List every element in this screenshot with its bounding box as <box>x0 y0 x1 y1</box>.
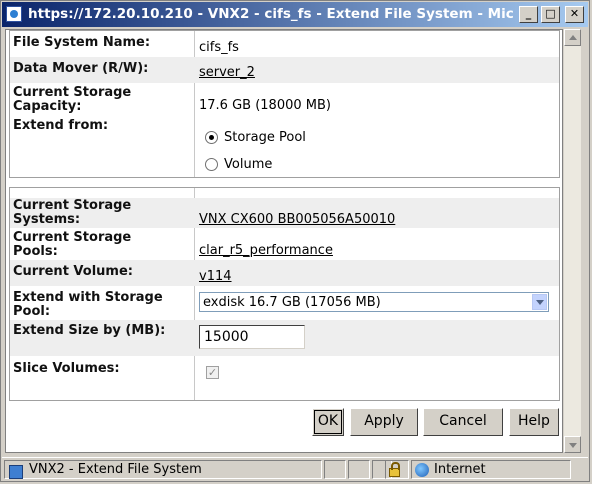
slice-volumes-label: Slice Volumes: <box>13 361 120 376</box>
extend-size-row: Extend Size by (MB): 15000 <box>10 320 559 356</box>
slice-volumes-checkbox[interactable]: ✓ <box>206 366 219 379</box>
storage-pools-link[interactable]: clar_r5_performance <box>199 243 333 258</box>
radio-selected-icon[interactable] <box>205 131 218 144</box>
apply-button[interactable]: Apply <box>350 408 418 436</box>
fs-name-value: cifs_fs <box>199 40 239 55</box>
storage-pool-select-value: exdisk 16.7 GB (17056 MB) <box>203 295 381 310</box>
status-cell <box>348 460 370 479</box>
extend-size-label: Extend Size by (MB): <box>13 323 166 338</box>
cancel-button[interactable]: Cancel <box>423 408 503 436</box>
dialog-content: File System Name: cifs_fs Data Mover (R/… <box>5 29 563 453</box>
storage-pools-label-line2: Pools: <box>13 244 58 259</box>
lock-icon <box>389 462 400 477</box>
radio-storage-pool[interactable]: Storage Pool <box>205 130 306 145</box>
page-icon <box>9 465 23 479</box>
data-mover-label: Data Mover (R/W): <box>13 61 149 76</box>
radio-unselected-icon[interactable] <box>205 158 218 171</box>
capacity-value: 17.6 GB (18000 MB) <box>199 98 331 113</box>
status-text-cell: VNX2 - Extend File System <box>4 460 322 479</box>
storage-systems-link[interactable]: VNX CX600 BB005056A50010 <box>199 212 395 227</box>
ok-button[interactable]: OK <box>312 408 344 436</box>
close-button[interactable]: ✕ <box>565 6 584 23</box>
title-bar[interactable]: https://172.20.10.210 - VNX2 - cifs_fs -… <box>2 2 588 27</box>
globe-icon <box>415 463 429 477</box>
status-text: VNX2 - Extend File System <box>29 462 202 477</box>
storage-pool-select[interactable]: exdisk 16.7 GB (17056 MB) <box>199 292 549 312</box>
capacity-label-line1: Current Storage <box>13 85 132 100</box>
radio-storage-pool-label: Storage Pool <box>224 130 306 145</box>
current-volume-row: Current Volume: v114 <box>10 260 559 286</box>
data-mover-row: Data Mover (R/W): server_2 <box>10 57 559 83</box>
capacity-row: Current Storage Capacity: 17.6 GB (18000… <box>10 83 559 115</box>
status-cell <box>324 460 346 479</box>
extend-pool-label-line2: Pool: <box>13 304 51 319</box>
data-mover-link[interactable]: server_2 <box>199 65 255 80</box>
fs-name-row: File System Name: cifs_fs <box>10 31 559 57</box>
slice-volumes-row: Slice Volumes: ✓ <box>10 356 559 386</box>
radio-volume[interactable]: Volume <box>205 157 272 172</box>
vertical-scrollbar[interactable] <box>564 29 581 453</box>
extend-pool-row: Extend with Storage Pool: exdisk 16.7 GB… <box>10 286 559 320</box>
storage-systems-row: Current Storage Systems: VNX CX600 BB005… <box>10 198 559 228</box>
zone-cell: Internet <box>411 460 571 479</box>
zone-label: Internet <box>434 462 486 477</box>
scroll-down-icon[interactable] <box>564 436 581 453</box>
chevron-down-icon[interactable] <box>532 294 547 310</box>
secure-lock-cell <box>385 460 409 479</box>
dialog-window: https://172.20.10.210 - VNX2 - cifs_fs -… <box>0 0 590 482</box>
window-title: https://172.20.10.210 - VNX2 - cifs_fs -… <box>28 6 514 22</box>
extend-from-label: Extend from: <box>13 118 109 133</box>
fs-name-label: File System Name: <box>13 35 151 50</box>
minimize-button[interactable]: _ <box>519 6 538 23</box>
extend-size-input[interactable]: 15000 <box>199 325 305 349</box>
storage-pools-label-line1: Current Storage <box>13 230 132 245</box>
radio-volume-label: Volume <box>224 157 273 172</box>
storage-pools-row: Current Storage Pools: clar_r5_performan… <box>10 228 559 260</box>
storage-extension-section: Current Storage Systems: VNX CX600 BB005… <box>9 187 560 401</box>
maximize-button[interactable]: □ <box>541 6 560 23</box>
scroll-up-icon[interactable] <box>564 29 581 46</box>
extend-pool-label-line1: Extend with Storage <box>13 290 163 305</box>
capacity-label-line2: Capacity: <box>13 99 82 114</box>
status-bar: VNX2 - Extend File System Internet <box>2 457 588 481</box>
file-system-info-section: File System Name: cifs_fs Data Mover (R/… <box>9 30 560 178</box>
help-button[interactable]: Help <box>509 408 559 436</box>
storage-systems-label-line1: Current Storage <box>13 198 132 213</box>
extend-from-row: Extend from: Storage Pool Volume <box>10 115 559 177</box>
current-volume-link[interactable]: v114 <box>199 269 232 284</box>
storage-systems-label-line2: Systems: <box>13 212 81 227</box>
current-volume-label: Current Volume: <box>13 264 133 279</box>
ie-page-icon <box>6 6 22 22</box>
